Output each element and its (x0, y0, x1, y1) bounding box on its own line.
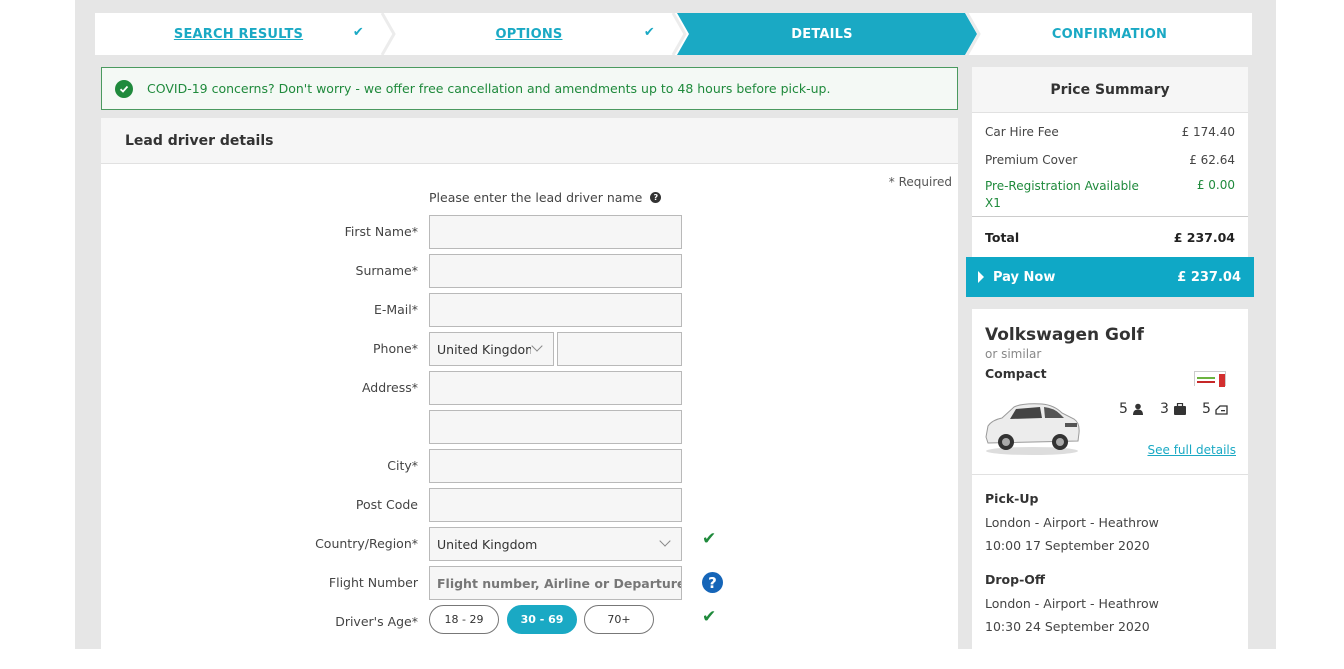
pickup-label: Pick-Up (985, 491, 1039, 506)
surname-label: Surname* (355, 263, 418, 278)
lead-driver-card: Lead driver details * Required Please en… (101, 118, 958, 658)
help-icon[interactable]: ? (650, 192, 662, 203)
price-row: Car Hire Fee £ 174.40 (985, 125, 1235, 139)
price-summary-title: Price Summary (972, 67, 1248, 113)
address-label: Address* (361, 380, 418, 395)
dropoff-time: 10:30 24 September 2020 (985, 619, 1150, 634)
step-options-link[interactable]: OPTIONS (496, 27, 563, 42)
total-value: £ 237.04 (1173, 229, 1235, 245)
car-similar: or similar (985, 347, 1042, 361)
door-icon (1215, 404, 1228, 415)
age-option-18-29[interactable]: 18 - 29 (429, 605, 499, 634)
bags-count: 3 (1160, 401, 1169, 417)
pickup-time: 10:00 17 September 2020 (985, 538, 1150, 553)
person-icon (1132, 403, 1143, 415)
seats-count: 5 (1119, 401, 1128, 417)
email-input[interactable] (429, 293, 682, 327)
email-label: E-Mail* (373, 302, 418, 317)
price-row-value: £ 0.00 (1196, 178, 1235, 192)
price-total: Total £ 237.04 (972, 216, 1248, 257)
valid-check-icon: ✔ (702, 607, 717, 627)
flight-label: Flight Number (328, 575, 418, 590)
check-icon: ✔ (352, 25, 364, 40)
price-row-label: Car Hire Fee (985, 125, 1059, 139)
check-icon: ✔ (643, 25, 655, 40)
supplier-logo (1194, 371, 1226, 387)
price-row: Pre-Registration Available X1 £ 0.00 (985, 178, 1235, 212)
bags-spec: 3 (1160, 401, 1187, 417)
pay-now-label: Pay Now (993, 269, 1056, 285)
chevron-down-icon (531, 340, 543, 352)
price-row-value: £ 62.64 (1189, 153, 1235, 167)
step-details: DETAILS (677, 13, 967, 55)
step-details-label: DETAILS (791, 26, 853, 42)
seats-spec: 5 (1119, 401, 1144, 417)
price-row-value: £ 174.40 (1181, 125, 1235, 139)
step-confirmation-label: CONFIRMATION (1051, 26, 1168, 42)
total-label: Total (985, 229, 1020, 245)
suitcase-icon (1173, 403, 1186, 415)
lead-driver-prompt: Please enter the lead driver name ? (429, 190, 662, 205)
phone-country-value: United Kingdom (437, 341, 531, 357)
country-value: United Kingdom (437, 536, 538, 552)
car-name: Volkswagen Golf (985, 325, 1144, 345)
valid-check-icon: ✔ (702, 529, 717, 549)
price-row-label: Premium Cover (985, 153, 1078, 167)
covid-banner: COVID-19 concerns? Don't worry - we offe… (101, 67, 958, 110)
covid-banner-text: COVID-19 concerns? Don't worry - we offe… (147, 81, 831, 96)
age-option-70-plus[interactable]: 70+ (584, 605, 654, 634)
post-code-input[interactable] (429, 488, 682, 522)
country-label: Country/Region* (315, 536, 418, 551)
post-code-label: Post Code (355, 497, 418, 512)
price-row: Premium Cover £ 62.64 (985, 153, 1235, 167)
address-line2-input[interactable] (429, 410, 682, 444)
pay-now-amount: £ 237.04 (1177, 269, 1241, 285)
pay-now-button[interactable]: Pay Now £ 237.04 (966, 257, 1254, 297)
chevron-down-icon (659, 535, 671, 547)
step-confirmation: CONFIRMATION (967, 13, 1252, 55)
surname-input[interactable] (429, 254, 682, 288)
address-line1-input[interactable] (429, 371, 682, 405)
car-category: Compact (985, 366, 1047, 381)
progress-steps: SEARCH RESULTS ✔ OPTIONS ✔ DETAILS CONFI… (95, 13, 1252, 55)
dropoff-location: London - Airport - Heathrow (985, 596, 1159, 611)
required-note: * Required (888, 175, 952, 189)
pay-now-left: Pay Now (978, 270, 1055, 285)
step-search-results-link[interactable]: SEARCH RESULTS (174, 27, 303, 42)
phone-country-select[interactable]: United Kingdom (429, 332, 554, 366)
caret-right-icon (978, 271, 984, 283)
flight-number-input[interactable]: Flight number, Airline or Departure airp… (429, 566, 682, 600)
pickup-location: London - Airport - Heathrow (985, 515, 1159, 530)
flight-placeholder: Flight number, Airline or Departure airp… (437, 575, 682, 591)
question-icon[interactable]: ? (702, 572, 723, 593)
price-row-label: Pre-Registration Available X1 (985, 179, 1139, 210)
price-summary: Price Summary Car Hire Fee £ 174.40 Prem… (972, 67, 1248, 257)
card-title: Lead driver details (101, 118, 958, 164)
step-options[interactable]: OPTIONS ✔ (385, 13, 673, 55)
step-search-results[interactable]: SEARCH RESULTS ✔ (95, 13, 382, 55)
dropoff-label: Drop-Off (985, 572, 1046, 587)
phone-number-input[interactable] (557, 332, 682, 366)
first-name-input[interactable] (429, 215, 682, 249)
prompt-text: Please enter the lead driver name (429, 190, 643, 205)
age-option-30-69[interactable]: 30 - 69 (507, 605, 577, 634)
city-input[interactable] (429, 449, 682, 483)
check-circle-icon (115, 79, 133, 98)
car-image (985, 403, 1080, 455)
phone-label: Phone* (373, 341, 418, 356)
city-label: City* (387, 458, 418, 473)
first-name-label: First Name* (344, 224, 418, 239)
doors-spec: 5 (1202, 401, 1228, 417)
country-select[interactable]: United Kingdom (429, 527, 682, 561)
see-full-details-link[interactable]: See full details (1148, 443, 1237, 457)
doors-count: 5 (1202, 401, 1211, 417)
divider (972, 474, 1248, 475)
age-label: Driver's Age* (335, 614, 418, 629)
car-card: Volkswagen Golf or similar Compact 5 3 5… (972, 309, 1248, 669)
